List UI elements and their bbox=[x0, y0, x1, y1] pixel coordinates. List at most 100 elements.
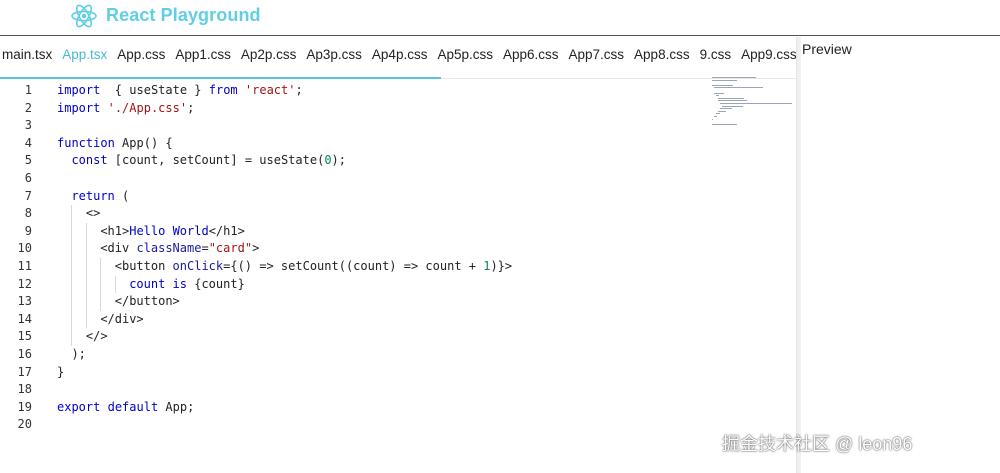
code-token: useState bbox=[259, 153, 318, 168]
code-line: 3 bbox=[0, 117, 700, 135]
code-text: <div className="card"> bbox=[100, 240, 259, 258]
code-line: 8 <> bbox=[0, 205, 700, 223]
code-token: {count} bbox=[194, 276, 245, 291]
code-line: 10 <div className="card"> bbox=[0, 240, 700, 258]
line-number: 18 bbox=[17, 382, 32, 397]
line-number: 14 bbox=[17, 311, 32, 326]
code-token: <h1> bbox=[100, 223, 130, 238]
line-number: 9 bbox=[24, 223, 32, 238]
react-atom-icon bbox=[71, 4, 97, 28]
code-token: from bbox=[208, 83, 238, 97]
code-token: ={() => bbox=[223, 259, 281, 273]
tab-app1-css[interactable]: App1.css bbox=[170, 47, 236, 62]
code-token: App; bbox=[158, 399, 195, 414]
tab-app7-css[interactable]: App7.css bbox=[564, 47, 630, 62]
code-token: ); bbox=[71, 347, 86, 361]
code-line: 11 <button onClick={() => setCount((count… bbox=[0, 258, 700, 276]
line-number: 5 bbox=[24, 153, 32, 168]
code-text: <button onClick={() => setCount((count) … bbox=[115, 258, 512, 276]
code-area[interactable]: 1 import { useState } from 'react'; 2 impor… bbox=[0, 80, 800, 473]
code-token: import bbox=[57, 83, 101, 97]
code-token: </button> bbox=[114, 294, 180, 309]
code-token: } bbox=[57, 364, 65, 379]
preview-panel: Preview bbox=[801, 37, 1000, 473]
code-line: 15 </> bbox=[0, 328, 700, 346]
indent-guide bbox=[85, 275, 87, 294]
minimap-line bbox=[712, 79, 737, 81]
line-number: 11 bbox=[17, 259, 32, 273]
line-number: 8 bbox=[24, 206, 32, 221]
tab-ap5p-css[interactable]: Ap5p.css bbox=[432, 47, 498, 62]
app-title: React Playground bbox=[106, 5, 261, 25]
minimap-line bbox=[718, 97, 744, 99]
tab-app8-css[interactable]: App8.css bbox=[629, 47, 695, 62]
tab-main-tsx[interactable]: main.tsx bbox=[0, 47, 57, 62]
tab-app6-css[interactable]: App6.css bbox=[498, 47, 564, 62]
minimap-line bbox=[718, 110, 726, 112]
code-text: <> bbox=[86, 205, 100, 223]
tab-app-css[interactable]: App.css bbox=[112, 47, 170, 62]
file-tabs: main.tsx App.tsx App.css App1.css Ap2p.css Ap… bbox=[0, 37, 800, 79]
minimap-line bbox=[722, 105, 743, 107]
code-line: 6 bbox=[0, 170, 700, 188]
code-token: 0 bbox=[324, 153, 332, 168]
indent-guide bbox=[100, 293, 102, 311]
line-number: 2 bbox=[24, 100, 32, 115]
minimap-line bbox=[716, 113, 720, 115]
line-number: 15 bbox=[17, 329, 32, 344]
line-number: 16 bbox=[17, 347, 32, 361]
code-editor-panel: main.tsx App.tsx App.css App1.css Ap2p.css Ap… bbox=[0, 37, 800, 473]
indent-guide bbox=[85, 222, 87, 241]
indent-guide bbox=[71, 275, 73, 294]
indent-guide bbox=[71, 222, 73, 241]
indent-guide bbox=[114, 275, 116, 294]
tab-ap2p-css[interactable]: Ap2p.css bbox=[236, 47, 302, 62]
tab-bar-underline bbox=[0, 77, 441, 79]
code-token: './App.css' bbox=[107, 100, 188, 115]
code-text: count is {count} bbox=[129, 276, 245, 294]
minimap-line bbox=[712, 123, 737, 125]
line-number: 17 bbox=[17, 364, 32, 379]
code-token: </> bbox=[85, 329, 108, 344]
tab-app9-css[interactable]: App9.css bbox=[736, 47, 800, 62]
code-text: export default App; bbox=[57, 399, 194, 417]
code-line: 1 import { useState } from 'react'; bbox=[0, 82, 700, 100]
code-token: import bbox=[57, 100, 101, 115]
code-text: import './App.css'; bbox=[57, 100, 194, 118]
code-text: } bbox=[57, 364, 64, 382]
indent-guide bbox=[71, 310, 73, 329]
tab-app-tsx[interactable]: App.tsx bbox=[57, 47, 112, 62]
code-token: const bbox=[71, 153, 108, 168]
indent-guide bbox=[71, 258, 73, 276]
code-text: const [count, setCount] = useState(0); bbox=[71, 152, 346, 170]
code-token: ((count) => count + bbox=[338, 259, 484, 273]
code-line: 18 bbox=[0, 381, 700, 399]
minimap-line bbox=[716, 95, 719, 97]
code-token: export bbox=[57, 399, 101, 414]
minimap-line bbox=[714, 92, 725, 94]
code-token: App bbox=[122, 135, 144, 150]
tab-ap4p-css[interactable]: Ap4p.css bbox=[367, 47, 433, 62]
indent-guide bbox=[85, 258, 87, 276]
tab-ap3p-css[interactable]: Ap3p.css bbox=[301, 47, 367, 62]
line-number: 20 bbox=[17, 417, 32, 432]
code-token: className bbox=[136, 241, 202, 256]
code-token: ( bbox=[114, 188, 130, 203]
code-line: 7 return ( bbox=[0, 188, 700, 206]
code-token: "card" bbox=[208, 241, 253, 256]
code-text: <h1>Hello World</h1> bbox=[100, 223, 245, 241]
tab-9-css[interactable]: 9.css bbox=[695, 47, 737, 62]
line-number: 13 bbox=[17, 294, 32, 309]
line-number: 4 bbox=[24, 135, 32, 150]
code-text: ); bbox=[71, 346, 85, 364]
indent-guide bbox=[71, 328, 73, 346]
code-line: 13 </button> bbox=[0, 293, 700, 311]
code-text: return ( bbox=[71, 188, 129, 206]
code-line: 5 const [count, setCount] = useState(0); bbox=[0, 152, 700, 170]
code-token: )} bbox=[490, 259, 505, 273]
code-minimap[interactable] bbox=[708, 77, 800, 157]
